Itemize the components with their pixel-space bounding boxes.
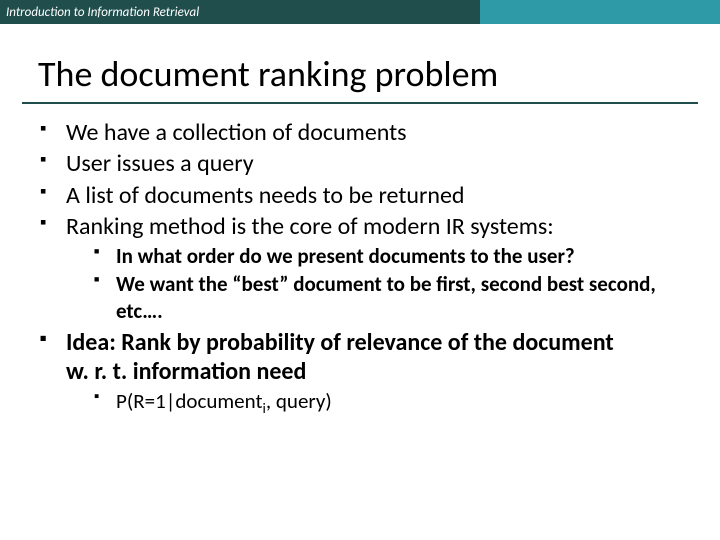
header-bar: Introduction to Information Retrieval (0, 0, 720, 24)
formula-part: , query) (266, 388, 332, 414)
bullet-item: Ranking method is the core of modern IR … (40, 212, 680, 324)
bullet-prefix: Idea: (66, 328, 116, 357)
bullet-list: We have a collection of documents User i… (40, 118, 680, 415)
header-text: Introduction to Information Retrieval (0, 5, 199, 20)
slide-title: The document ranking problem (38, 52, 720, 96)
slide: Introduction to Information Retrieval Th… (0, 0, 720, 540)
sub-bullet-list: In what order do we present documents to… (66, 243, 680, 324)
sub-bullet-item: P(R=1|documenti, query) (94, 388, 680, 414)
formula-part: P(R=1|document (116, 388, 263, 414)
bullet-item: User issues a query (40, 149, 680, 178)
header-right-accent (480, 0, 720, 24)
bullet-item: We have a collection of documents (40, 118, 680, 147)
sub-bullet-item: We want the “best” document to be first,… (94, 271, 680, 324)
bullet-text: Rank by probability of relevance of the … (66, 328, 614, 386)
sub-bullet-item: In what order do we present documents to… (94, 243, 680, 269)
title-rule (22, 102, 698, 104)
bullet-item: A list of documents needs to be returned (40, 181, 680, 210)
header-left: Introduction to Information Retrieval (0, 0, 480, 24)
slide-content: We have a collection of documents User i… (40, 118, 680, 415)
bullet-text: Ranking method is the core of modern IR … (66, 212, 554, 241)
sub-bullet-list: P(R=1|documenti, query) (66, 388, 680, 414)
bullet-item: Idea: Rank by probability of relevance o… (40, 328, 680, 415)
